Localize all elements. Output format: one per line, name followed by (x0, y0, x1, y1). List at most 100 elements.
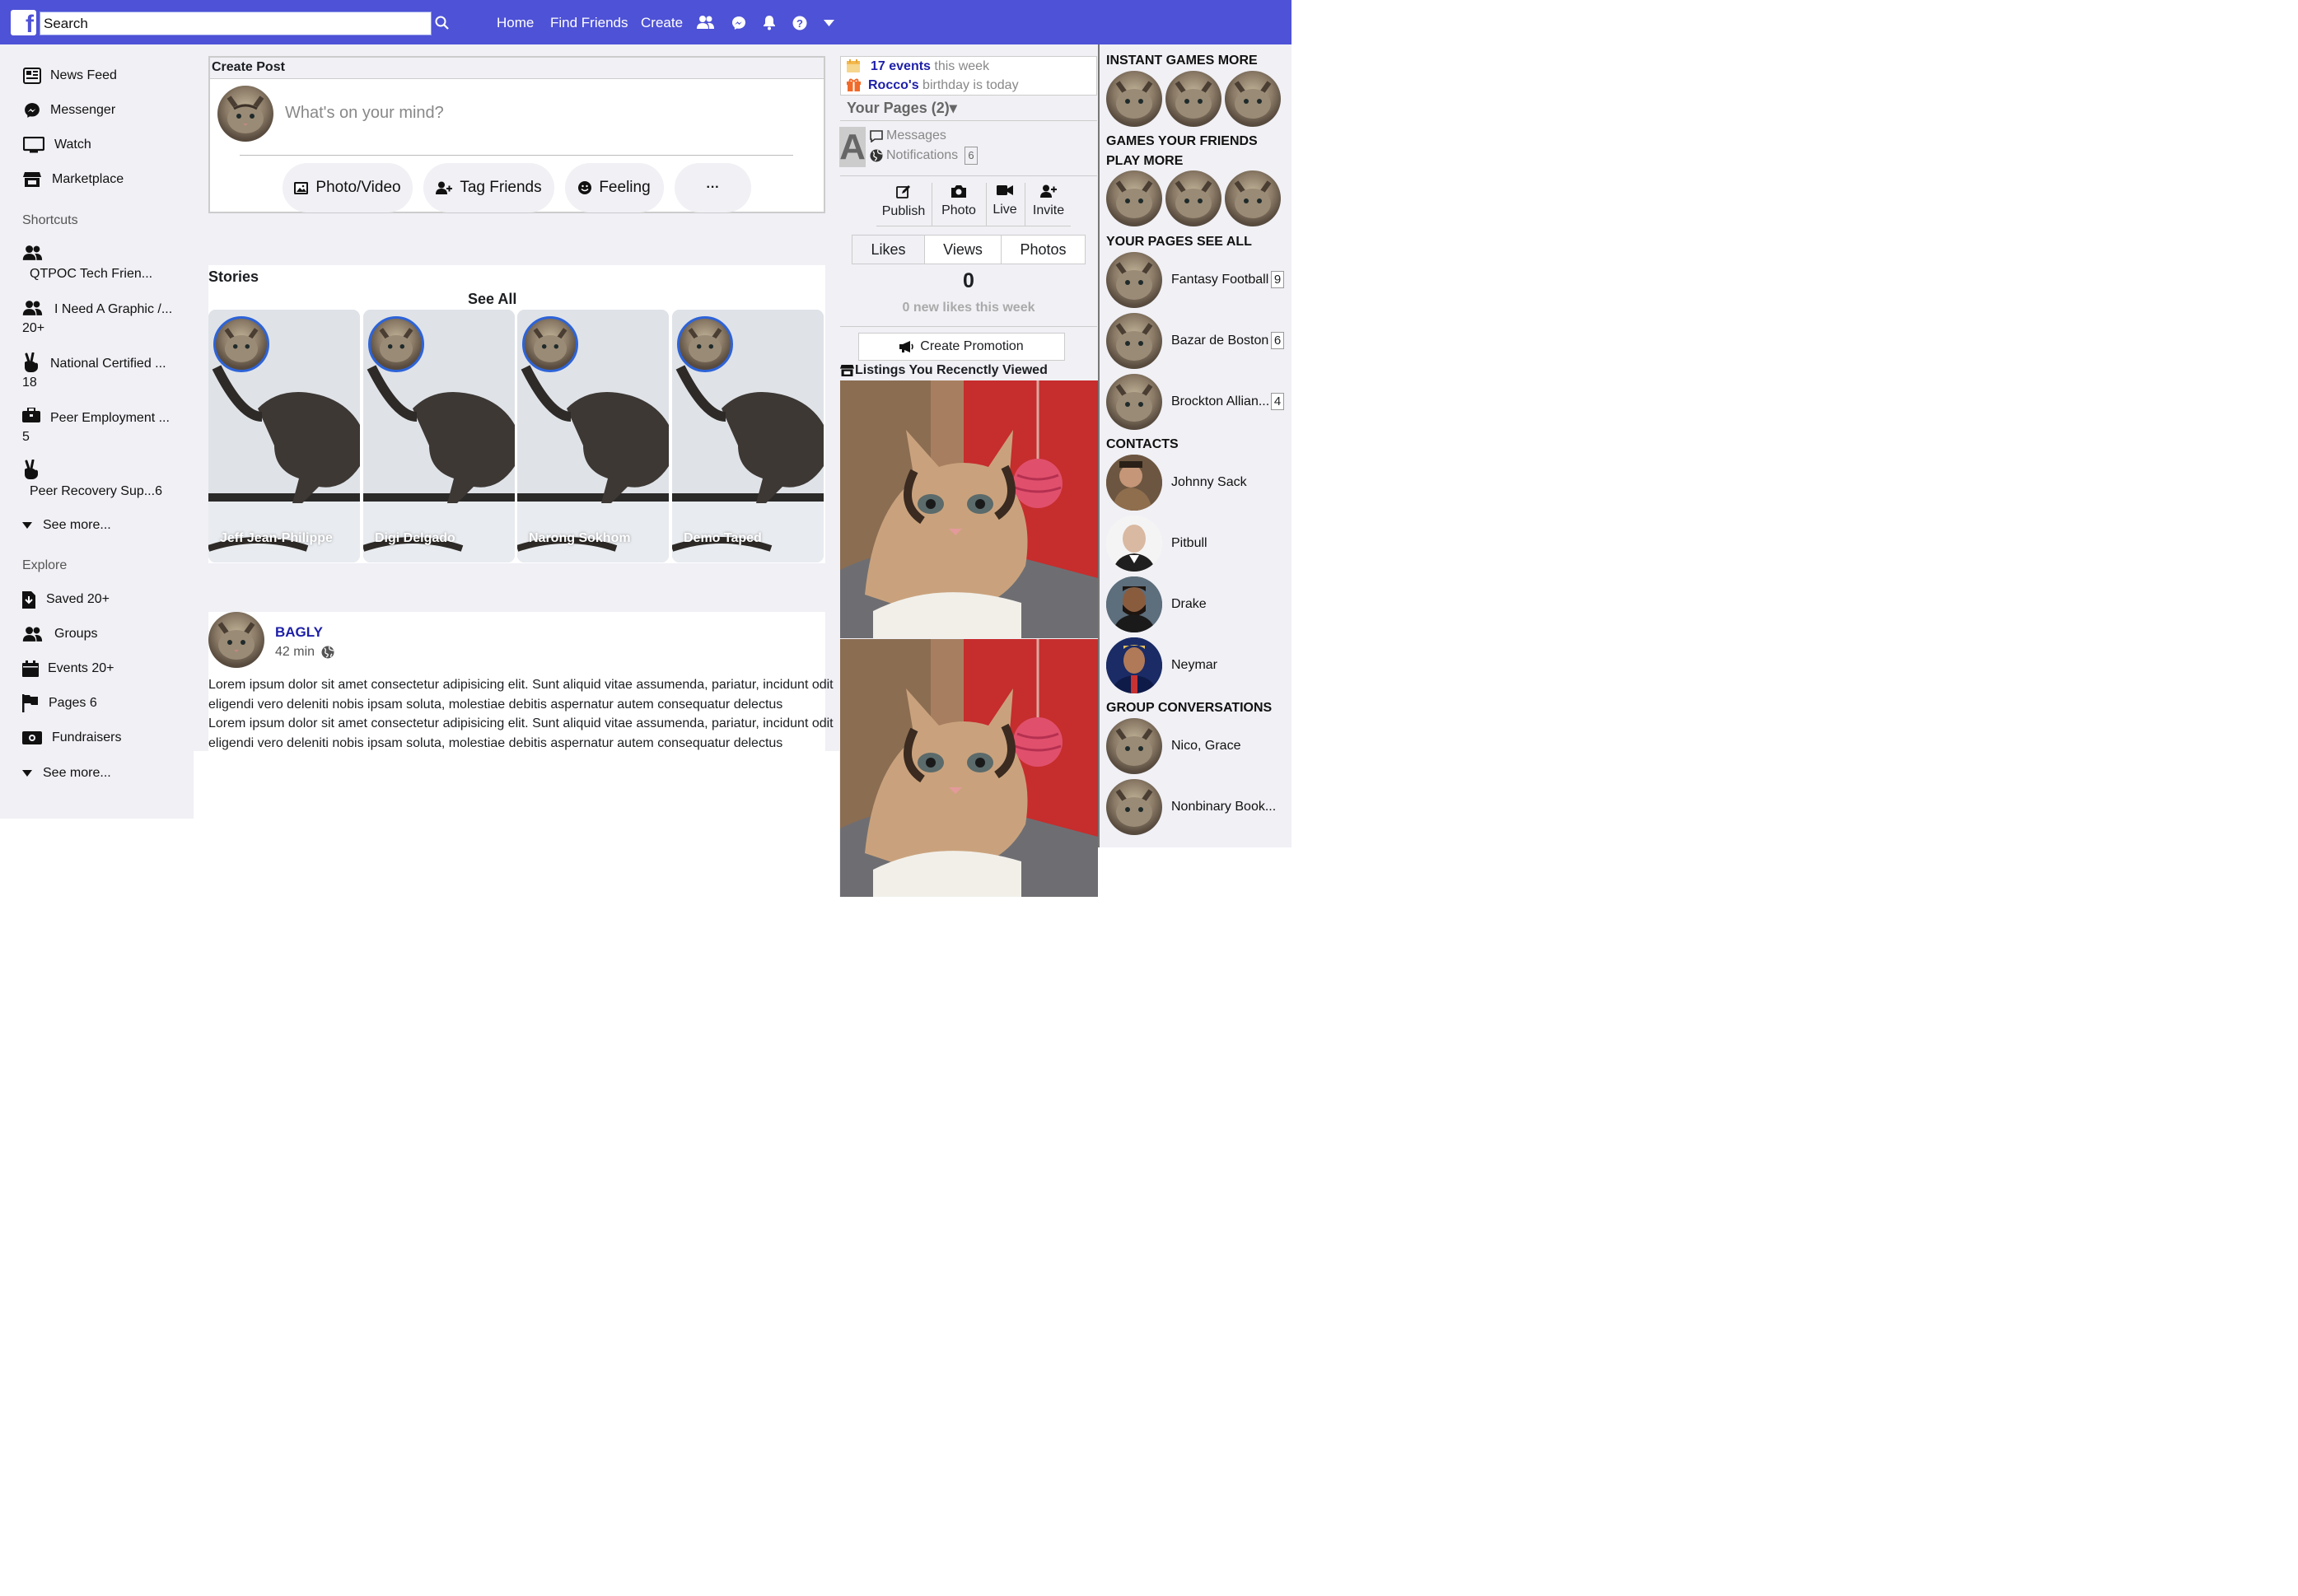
post-composer-input[interactable]: What's on your mind? (285, 104, 444, 123)
nav-create-link[interactable]: Create (641, 15, 683, 31)
post-body: Lorem ipsum dolor sit amet consectetur a… (208, 678, 834, 750)
story-name: Demo Taped (684, 531, 762, 545)
contact-name[interactable]: Drake (1171, 597, 1207, 612)
sidebar-item-watch[interactable]: Watch (22, 136, 91, 154)
post-timestamp[interactable]: 42 min (275, 645, 315, 660)
tag-friends-button[interactable]: Tag Friends (423, 163, 554, 212)
tab-views[interactable]: Views (924, 235, 1002, 264)
see-more-explore[interactable]: See more... (22, 766, 111, 781)
sidebar-item-pages[interactable]: Pages 6 (22, 694, 97, 712)
group-avatar[interactable] (1106, 779, 1162, 835)
listing-image[interactable] (840, 380, 1098, 638)
events-summary[interactable]: 17 events this week (871, 59, 989, 74)
game-avatar[interactable] (1225, 170, 1281, 226)
page-count-badge: 6 (1271, 332, 1284, 349)
gift-icon (847, 78, 861, 91)
messenger-icon[interactable] (731, 16, 746, 30)
sidebar-item-events[interactable]: Events 20+ (22, 660, 114, 678)
friends-icon[interactable] (697, 15, 715, 30)
more-options-button[interactable]: ··· (675, 163, 751, 212)
game-avatar[interactable] (1165, 170, 1221, 226)
page-notifications-link[interactable]: Notifications (870, 148, 958, 163)
page-avatar[interactable] (1106, 374, 1162, 430)
contact-avatar[interactable] (1106, 516, 1162, 572)
contact-name[interactable]: Neymar (1171, 658, 1217, 673)
user-avatar[interactable] (217, 86, 273, 142)
help-icon[interactable]: ? (792, 16, 807, 30)
tab-likes[interactable]: Likes (852, 235, 925, 264)
story-card[interactable]: Digi Delgado (363, 310, 515, 562)
contact-name[interactable]: Johnny Sack (1171, 475, 1247, 490)
group-avatar[interactable] (1106, 718, 1162, 774)
sidebar-item-saved[interactable]: Saved 20+ (22, 590, 110, 609)
post-author-avatar[interactable] (208, 612, 264, 668)
instant-games-heading[interactable]: INSTANT GAMES MORE (1106, 51, 1258, 71)
nav-home-link[interactable]: Home (497, 15, 534, 31)
page-avatar[interactable] (1106, 252, 1162, 308)
contact-avatar[interactable] (1106, 576, 1162, 632)
contact-avatar[interactable] (1106, 637, 1162, 693)
group-name[interactable]: Nonbinary Book... (1171, 800, 1276, 814)
see-more-shortcuts[interactable]: See more... (22, 518, 111, 533)
page-name[interactable]: Bazar de Boston (1171, 334, 1268, 348)
live-button[interactable]: Live (987, 184, 1023, 217)
shortcuts-heading: Shortcuts (22, 213, 78, 227)
page-messages-link[interactable]: Messages (870, 128, 946, 143)
sidebar-item-marketplace[interactable]: Marketplace (22, 170, 124, 189)
sidebar-item-messenger[interactable]: Messenger (22, 101, 115, 119)
svg-text:?: ? (796, 17, 803, 30)
sidebar-item-fundraisers[interactable]: Fundraisers (22, 729, 121, 747)
sidebar-item-label: News Feed (50, 68, 117, 82)
peace-hand-icon (22, 460, 40, 479)
story-avatar (368, 316, 424, 372)
create-promotion-button[interactable]: Create Promotion (858, 333, 1065, 361)
bell-icon[interactable] (763, 15, 776, 30)
tab-photos[interactable]: Photos (1001, 235, 1086, 264)
your-pages-heading[interactable]: YOUR PAGES SEE ALL (1106, 232, 1252, 252)
shortcut-graphic[interactable]: I Need A Graphic /... (54, 302, 172, 317)
page-name[interactable]: Brockton Allian... (1171, 394, 1269, 409)
friends-games-heading[interactable]: GAMES YOUR FRIENDS PLAY MORE (1106, 132, 1258, 171)
sidebar-item-label: Marketplace (52, 172, 124, 186)
stories-see-all-link[interactable]: See All (468, 291, 516, 308)
invite-button[interactable]: Invite (1026, 184, 1071, 218)
photo-button[interactable]: Photo (936, 184, 982, 218)
story-avatar (213, 316, 269, 372)
publish-button[interactable]: Publish (876, 184, 931, 219)
facebook-logo-icon[interactable]: f (11, 10, 36, 37)
edit-icon (896, 185, 910, 198)
game-avatar[interactable] (1165, 71, 1221, 127)
search-input[interactable] (40, 12, 432, 35)
nav-find-friends-link[interactable]: Find Friends (550, 15, 628, 31)
game-avatar[interactable] (1106, 71, 1162, 127)
game-avatar[interactable] (1225, 71, 1281, 127)
search-icon[interactable] (435, 16, 450, 30)
story-name: Narong Sokhom (529, 531, 631, 545)
shortcut-peer-employment[interactable]: Peer Employment ... (50, 411, 170, 426)
birthday-summary[interactable]: Rocco's birthday is today (868, 78, 1019, 93)
post-author-link[interactable]: BAGLY (275, 624, 323, 641)
story-card[interactable]: Jeff Jean-Philippe (208, 310, 360, 562)
page-name[interactable]: Fantasy Football (1171, 273, 1268, 287)
story-card[interactable]: Demo Taped (672, 310, 824, 562)
megaphone-icon (899, 341, 914, 352)
group-name[interactable]: Nico, Grace (1171, 739, 1240, 754)
game-avatar[interactable] (1106, 170, 1162, 226)
dropdown-caret-icon[interactable] (824, 20, 834, 26)
shortcut-national-certified[interactable]: National Certified ... (50, 357, 166, 371)
contact-avatar[interactable] (1106, 455, 1162, 511)
stories-section: Stories See All Jeff Jean-Philippe Digi … (208, 265, 825, 563)
feeling-button[interactable]: Feeling (565, 163, 664, 212)
story-card[interactable]: Narong Sokhom (517, 310, 669, 562)
sidebar-item-news-feed[interactable]: News Feed (22, 67, 117, 85)
contact-name[interactable]: Pitbull (1171, 536, 1207, 551)
sidebar-item-groups[interactable]: Groups (22, 625, 97, 643)
photo-video-button[interactable]: Photo/Video (283, 163, 413, 212)
listing-image[interactable] (840, 639, 1098, 897)
page-avatar[interactable] (1106, 313, 1162, 369)
shortcut-qtpoc-tech[interactable]: QTPOC Tech Frien... (30, 267, 152, 282)
your-pages-dropdown[interactable]: Your Pages (2)▾ (847, 100, 957, 117)
globe-icon (870, 149, 883, 162)
page-avatar[interactable]: A (839, 127, 866, 167)
shortcut-peer-recovery[interactable]: Peer Recovery Sup...6 (30, 484, 162, 499)
